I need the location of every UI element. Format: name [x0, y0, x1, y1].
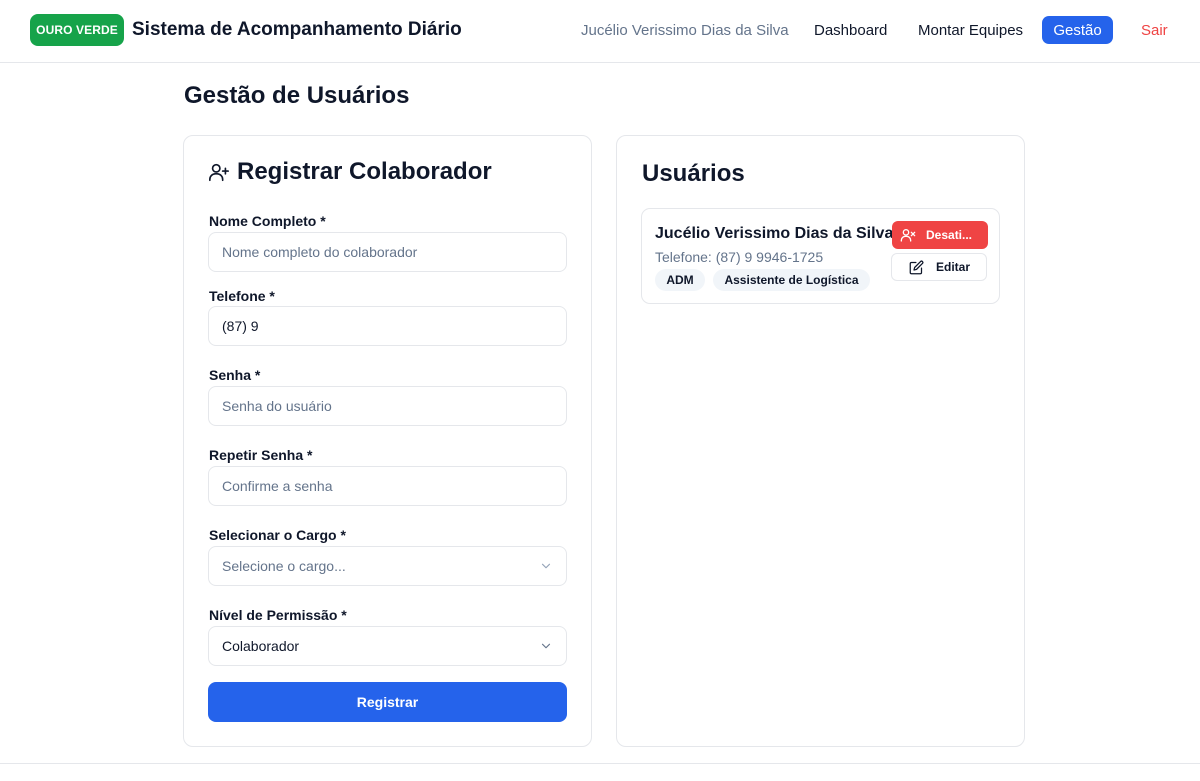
user-x-icon	[900, 227, 916, 243]
permissao-select-value: Colaborador	[222, 638, 300, 654]
user-list-item: Jucélio Verissimo Dias da Silva Telefone…	[641, 208, 1000, 304]
footer-divider	[0, 763, 1200, 764]
repetir-senha-label: Repetir Senha *	[209, 447, 313, 463]
user-name: Jucélio Verissimo Dias da Silva	[655, 225, 894, 242]
edit-user-button[interactable]: Editar	[891, 253, 987, 281]
page-title: Gestão de Usuários	[184, 82, 410, 109]
logout-link[interactable]: Sair	[1141, 22, 1168, 39]
repetir-senha-input[interactable]	[208, 466, 567, 506]
nav-gestao-link-active[interactable]: Gestão	[1042, 16, 1113, 44]
nome-input[interactable]	[208, 232, 567, 272]
register-collaborator-card: Registrar Colaborador Nome Completo * Te…	[183, 135, 592, 747]
user-phone: Telefone: (87) 9 9946-1725	[655, 249, 824, 265]
edit-label: Editar	[936, 260, 971, 274]
current-user-name: Jucélio Verissimo Dias da Silva	[581, 22, 789, 39]
deactivate-user-button[interactable]: Desati...	[892, 221, 988, 249]
senha-label: Senha *	[209, 367, 261, 383]
app-title: Sistema de Acompanhamento Diário	[132, 19, 462, 40]
cargo-label: Selecionar o Cargo *	[209, 527, 346, 543]
nav-dashboard-link[interactable]: Dashboard	[814, 22, 887, 39]
brand-logo-badge: OURO VERDE	[30, 14, 124, 46]
permission-badge: ADM	[655, 269, 705, 291]
top-header: OURO VERDE Sistema de Acompanhamento Diá…	[0, 0, 1200, 63]
users-card-title: Usuários	[642, 160, 745, 187]
register-card-header: Registrar Colaborador	[208, 158, 492, 186]
register-card-title: Registrar Colaborador	[237, 158, 492, 185]
cargo-select-value: Selecione o cargo...	[222, 558, 346, 574]
permissao-select[interactable]: Colaborador	[208, 626, 567, 666]
edit-icon	[909, 260, 924, 275]
chevron-down-icon	[539, 639, 553, 653]
permissao-label: Nível de Permissão *	[209, 607, 347, 623]
deactivate-label: Desati...	[926, 228, 973, 242]
cargo-select[interactable]: Selecione o cargo...	[208, 546, 567, 586]
register-button[interactable]: Registrar	[208, 682, 567, 722]
user-plus-icon	[208, 161, 230, 183]
users-list-card: Usuários Jucélio Verissimo Dias da Silva…	[616, 135, 1025, 747]
role-badge: Assistente de Logística	[713, 269, 870, 291]
nav-montar-equipes-link[interactable]: Montar Equipes	[918, 22, 1023, 39]
senha-input[interactable]	[208, 386, 567, 426]
telefone-input[interactable]	[208, 306, 567, 346]
telefone-label: Telefone *	[209, 288, 275, 304]
nome-label: Nome Completo *	[209, 213, 326, 229]
chevron-down-icon	[539, 559, 553, 573]
